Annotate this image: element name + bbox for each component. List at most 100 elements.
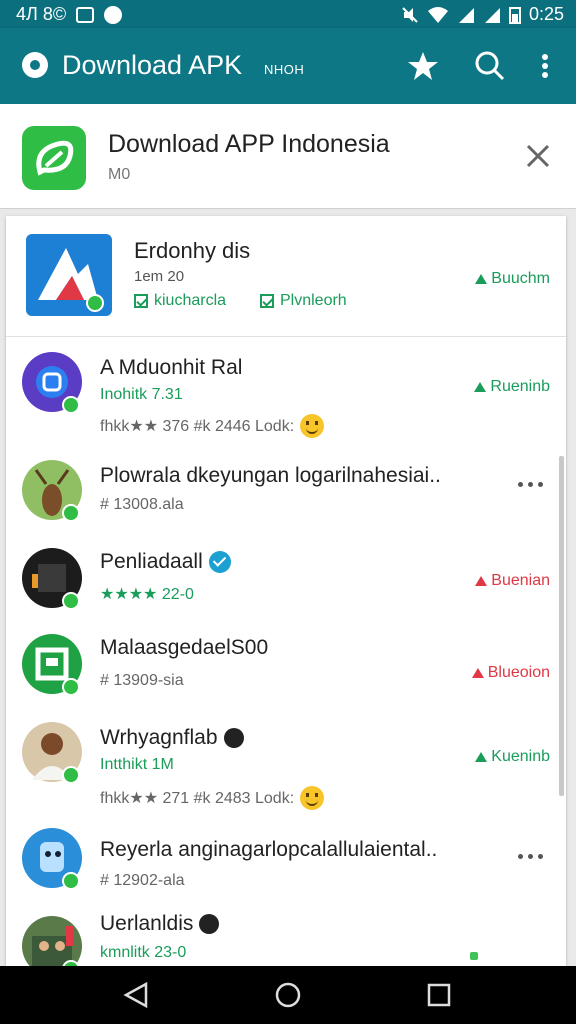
app-header-card: Download APP Indonesia M0: [0, 104, 576, 209]
app-sub: M0: [108, 166, 131, 183]
app-toolbar: Download APK NHOH: [0, 28, 576, 104]
installed-badge-icon: [62, 872, 80, 890]
close-button[interactable]: [522, 140, 554, 172]
status-time: 0:25: [528, 4, 564, 24]
item-line2: Inohitk 7.31: [100, 386, 183, 403]
item-action-button[interactable]: Kueninb: [475, 748, 550, 766]
action-label: Buenian: [491, 572, 550, 589]
app-icon: [22, 126, 86, 190]
signal2-icon: [484, 7, 500, 23]
back-icon: [123, 981, 148, 1009]
action-label: Kueninb: [491, 748, 550, 765]
toolbar-title: Download APK: [62, 50, 243, 80]
more-button[interactable]: [518, 482, 548, 490]
home-button[interactable]: [273, 980, 303, 1010]
list-item[interactable]: Penliadaall ★★★★ 22-0 Buenian: [6, 530, 566, 620]
app-avatar: [22, 916, 82, 966]
verified-icon: [208, 551, 231, 574]
arrow-up-icon: [474, 382, 487, 392]
installed-badge-icon: [62, 396, 80, 414]
mute-icon: [402, 6, 418, 23]
item-title: Uerlanldis: [100, 912, 194, 935]
recents-icon: [427, 983, 451, 1007]
app-avatar: [22, 352, 82, 414]
star-icon: [408, 52, 438, 80]
recents-button[interactable]: [424, 980, 454, 1010]
item-title: A Mduonhit Ral: [100, 356, 243, 379]
check-icon: [260, 294, 274, 308]
installed-badge-icon: [62, 678, 80, 696]
scrollbar[interactable]: [559, 456, 564, 796]
status-bar: 4Л 8© 0:25: [0, 0, 576, 28]
app-avatar: [22, 548, 82, 610]
search-button[interactable]: [472, 48, 508, 84]
status-left-text: 4Л 8©: [16, 4, 67, 24]
smiley-icon: [300, 786, 325, 810]
featured-action-button[interactable]: Buuchm: [475, 270, 550, 288]
group-photo-icon: [32, 926, 74, 966]
app-avatar: [22, 460, 82, 522]
installed-badge-icon: [86, 294, 104, 312]
arrow-up-icon: [475, 274, 488, 284]
item-line3: fhkk★★ 376 #k 2446 Lodk:: [100, 414, 325, 438]
item-action-button[interactable]: Blueoion: [471, 664, 550, 682]
search-icon: [475, 51, 505, 81]
featured-tag-2[interactable]: Plvnleorh: [260, 292, 347, 310]
list-item[interactable]: MalaasgedaelS00 # 13909-sia Blueoion: [6, 620, 566, 710]
arrow-up-icon: [475, 576, 488, 586]
leaf-chat-icon: [36, 140, 74, 176]
list-item[interactable]: Wrhyagnflab Intthikt 1M fhkk★★ 271 #k 24…: [6, 710, 566, 820]
arrow-up-icon: [471, 668, 484, 678]
item-action-button[interactable]: Buenian: [475, 572, 550, 590]
arrow-up-icon: [475, 752, 488, 762]
signal-icon: [458, 7, 474, 23]
item-title-row: Wrhyagnflab: [100, 726, 244, 750]
item-title: Reyerla anginagarlopcalallulaiental..: [100, 838, 438, 861]
toolbar-subtitle: NHOH: [264, 62, 305, 77]
badge-icon: [223, 728, 244, 749]
list-item[interactable]: Reyerla anginagarlopcalallulaiental.. # …: [6, 820, 566, 912]
app-avatar: [22, 634, 82, 696]
app-notification-icon: [104, 5, 123, 24]
battery-icon: [508, 6, 521, 24]
list-item[interactable]: Uerlanldis kmnlitk 23-0: [6, 912, 566, 966]
featured-meta: 1em 20: [134, 268, 185, 285]
badge-icon: [199, 914, 220, 935]
navigation-bar: [0, 966, 576, 1024]
item-title: Plowrala dkeyungan logarilnahesiai..: [100, 464, 441, 487]
item-rating-text: fhkk★★ 376 #k 2446 Lodk:: [100, 418, 295, 435]
app-logo-icon: [22, 52, 48, 78]
item-line2: kmnlitk 23-0: [100, 944, 187, 961]
favorite-button[interactable]: [405, 48, 441, 84]
list-item[interactable]: Plowrala dkeyungan logarilnahesiai.. # 1…: [6, 440, 566, 530]
installed-badge-icon: [62, 766, 80, 784]
more-button[interactable]: [518, 854, 548, 862]
item-line3: fhkk★★ 271 #k 2483 Lodk:: [100, 786, 325, 810]
list-item[interactable]: A Mduonhit Ral Inohitk 7.31 fhkk★★ 376 #…: [6, 336, 566, 438]
wifi-icon: [427, 6, 448, 23]
app-list: Erdonhy dis 1em 20 kiucharcla Plvnleorh …: [6, 216, 566, 966]
close-icon: [526, 144, 550, 168]
status-dot: [470, 952, 478, 960]
item-line2: Intthikt 1M: [100, 756, 174, 773]
overflow-menu-icon: [542, 54, 548, 78]
item-action-button[interactable]: Rueninb: [474, 378, 550, 396]
tag-label: kiucharcla: [154, 292, 227, 309]
item-title-row: Penliadaall: [100, 550, 231, 574]
action-label: Blueoion: [487, 664, 550, 681]
item-line2: ★★★★ 22-0: [100, 586, 194, 603]
featured-item[interactable]: Erdonhy dis 1em 20 kiucharcla Plvnleorh …: [6, 216, 566, 337]
app-avatar: [22, 828, 82, 890]
home-icon: [275, 982, 301, 1008]
app-name: Download APP Indonesia: [108, 130, 390, 158]
featured-app-icon: [26, 234, 112, 316]
featured-tag-1[interactable]: kiucharcla: [134, 292, 226, 310]
action-label: Buuchm: [491, 270, 550, 287]
item-line2: # 13909-sia: [100, 672, 184, 689]
smiley-icon: [300, 414, 325, 438]
back-button[interactable]: [122, 980, 152, 1010]
item-title: Penliadaall: [100, 550, 203, 573]
more-options-button[interactable]: [527, 48, 563, 84]
app-avatar: [22, 722, 82, 784]
notification-icon: [76, 6, 95, 23]
